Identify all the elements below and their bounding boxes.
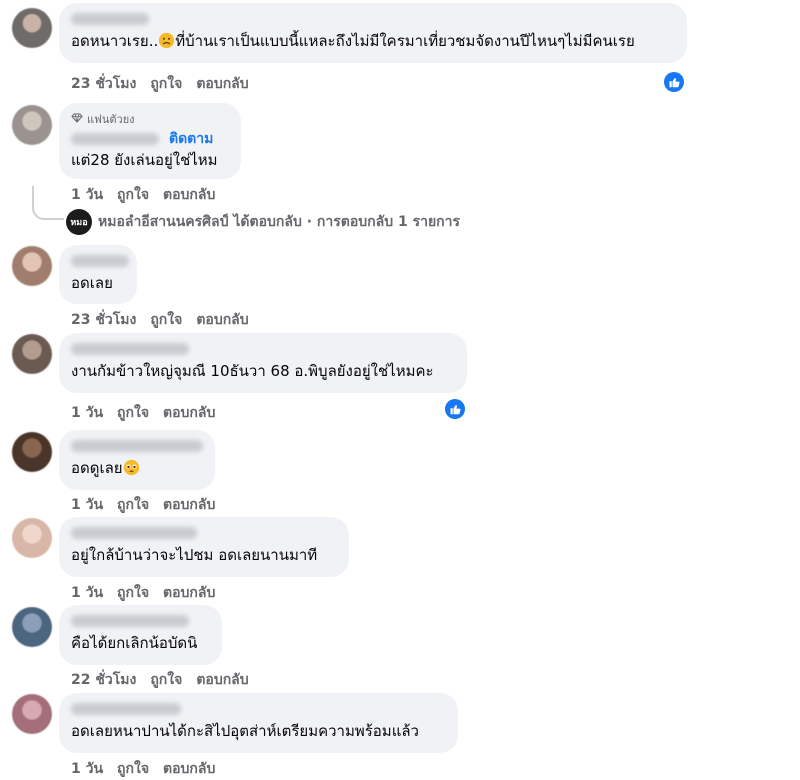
comment-time[interactable]: 1 วัน	[71, 402, 103, 424]
diamond-icon	[71, 113, 83, 126]
comment-bubble: อยู่ใกล้บ้านว่าจะไปชม อดเลยนานมาที	[59, 517, 349, 577]
avatar[interactable]	[12, 246, 52, 286]
like-button[interactable]: ถูกใจ	[117, 758, 149, 780]
comment-actions: 1 วัน ถูกใจ ตอบกลับ	[71, 184, 215, 206]
reply-button[interactable]: ตอบกลับ	[163, 582, 215, 604]
comment-text: อดเลย	[71, 274, 113, 292]
author-name-blurred[interactable]	[71, 13, 149, 25]
comment-text: คือได้ยกเลิกน้อบัดนิ	[71, 634, 198, 652]
reply-button[interactable]: ตอบกลับ	[163, 402, 215, 424]
reply-button[interactable]: ตอบกลับ	[196, 669, 248, 691]
comment-actions: 1 วัน ถูกใจ ตอบกลับ	[71, 494, 215, 516]
sad-face-emoji	[158, 32, 175, 54]
reply-button[interactable]: ตอบกลับ	[196, 73, 248, 95]
comment-bubble: งานกัมข้าวใหญ่จุมณี 10ธันวา 68 อ.พิบูลยั…	[59, 333, 467, 393]
author-name-blurred[interactable]	[71, 527, 197, 539]
reply-button[interactable]: ตอบกลับ	[163, 758, 215, 780]
comment-bubble: อดเลยหนาปานได้กะสิไปอุตส่าห์เตรียมความพร…	[59, 693, 458, 753]
comment-bubble: อดหนาวเรย.. ที่บ้านเราเป็นแบบนี้แหละถึงไม…	[59, 3, 687, 63]
like-button[interactable]: ถูกใจ	[117, 582, 149, 604]
comment-time[interactable]: 23 ชั่วโมง	[71, 73, 136, 95]
comment-text: อดดูเลย	[71, 458, 203, 481]
reply-thread-line	[32, 186, 64, 220]
comment-actions: 1 วัน ถูกใจ ตอบกลับ	[71, 582, 215, 604]
comment-text: งานกัมข้าวใหญ่จุมณี 10ธันวา 68 อ.พิบูลยั…	[71, 362, 434, 380]
comment-time[interactable]: 1 วัน	[71, 582, 103, 604]
comment-time[interactable]: 1 วัน	[71, 758, 103, 780]
avatar[interactable]	[12, 607, 52, 647]
comment-text: อดหนาวเรย.. ที่บ้านเราเป็นแบบนี้แหละถึงไม…	[71, 31, 675, 54]
fan-badge: แฟนตัวยง	[71, 110, 229, 128]
comment-time[interactable]: 1 วัน	[71, 184, 103, 206]
like-button[interactable]: ถูกใจ	[117, 494, 149, 516]
comment-actions: 23 ชั่วโมง ถูกใจ ตอบกลับ	[71, 309, 249, 331]
author-name-blurred[interactable]	[71, 440, 203, 452]
comment-time[interactable]: 22 ชั่วโมง	[71, 669, 136, 691]
pleading-face-emoji	[123, 459, 140, 481]
fan-badge-label: แฟนตัวยง	[87, 113, 135, 126]
author-name-blurred[interactable]	[71, 615, 189, 627]
reply-button[interactable]: ตอบกลับ	[196, 309, 248, 331]
avatar[interactable]	[12, 8, 52, 48]
avatar[interactable]	[12, 432, 52, 472]
reply-button[interactable]: ตอบกลับ	[163, 494, 215, 516]
comment-text: แต่28 ยังเล่นอยู่ใช่ไหม	[71, 151, 218, 169]
avatar[interactable]	[12, 518, 52, 558]
reply-summary-text[interactable]: หมอลำอีสานนครศิลป์ ได้ตอบกลับ · การตอบกล…	[98, 211, 460, 233]
thumbs-up-icon[interactable]	[445, 399, 465, 419]
author-name-blurred[interactable]	[71, 703, 181, 715]
comment-actions: 1 วัน ถูกใจ ตอบกลับ	[71, 402, 215, 424]
comment-text: อดเลยหนาปานได้กะสิไปอุตส่าห์เตรียมความพร…	[71, 722, 419, 740]
comment-actions: 1 วัน ถูกใจ ตอบกลับ	[71, 758, 215, 780]
comment-actions: 22 ชั่วโมง ถูกใจ ตอบกลับ	[71, 669, 249, 691]
reply-button[interactable]: ตอบกลับ	[163, 184, 215, 206]
comment-time[interactable]: 1 วัน	[71, 494, 103, 516]
like-button[interactable]: ถูกใจ	[150, 669, 182, 691]
comment-actions: 23 ชั่วโมง ถูกใจ ตอบกลับ	[71, 73, 249, 95]
avatar[interactable]	[12, 694, 52, 734]
comment-bubble: อดดูเลย	[59, 430, 215, 490]
avatar[interactable]	[12, 334, 52, 374]
comment-time[interactable]: 23 ชั่วโมง	[71, 309, 136, 331]
thumbs-up-icon[interactable]	[664, 72, 684, 92]
avatar[interactable]	[12, 105, 52, 145]
like-button[interactable]: ถูกใจ	[117, 184, 149, 206]
follow-button[interactable]: ติดตาม	[169, 128, 213, 150]
page-avatar[interactable]: หมอ	[66, 209, 92, 235]
comment-bubble: แฟนตัวยง ติดตาม แต่28 ยังเล่นอยู่ใช่ไหม	[59, 103, 241, 179]
like-button[interactable]: ถูกใจ	[117, 402, 149, 424]
comment-bubble: คือได้ยกเลิกน้อบัดนิ	[59, 605, 222, 665]
comment-bubble: อดเลย	[59, 245, 137, 304]
comment-text: อยู่ใกล้บ้านว่าจะไปชม อดเลยนานมาที	[71, 546, 318, 564]
view-replies-link[interactable]: หมอ หมอลำอีสานนครศิลป์ ได้ตอบกลับ · การต…	[66, 209, 460, 235]
author-name-blurred[interactable]	[71, 133, 159, 145]
like-button[interactable]: ถูกใจ	[150, 73, 182, 95]
like-button[interactable]: ถูกใจ	[150, 309, 182, 331]
author-name-blurred[interactable]	[71, 343, 189, 355]
author-name-blurred[interactable]	[71, 255, 129, 267]
